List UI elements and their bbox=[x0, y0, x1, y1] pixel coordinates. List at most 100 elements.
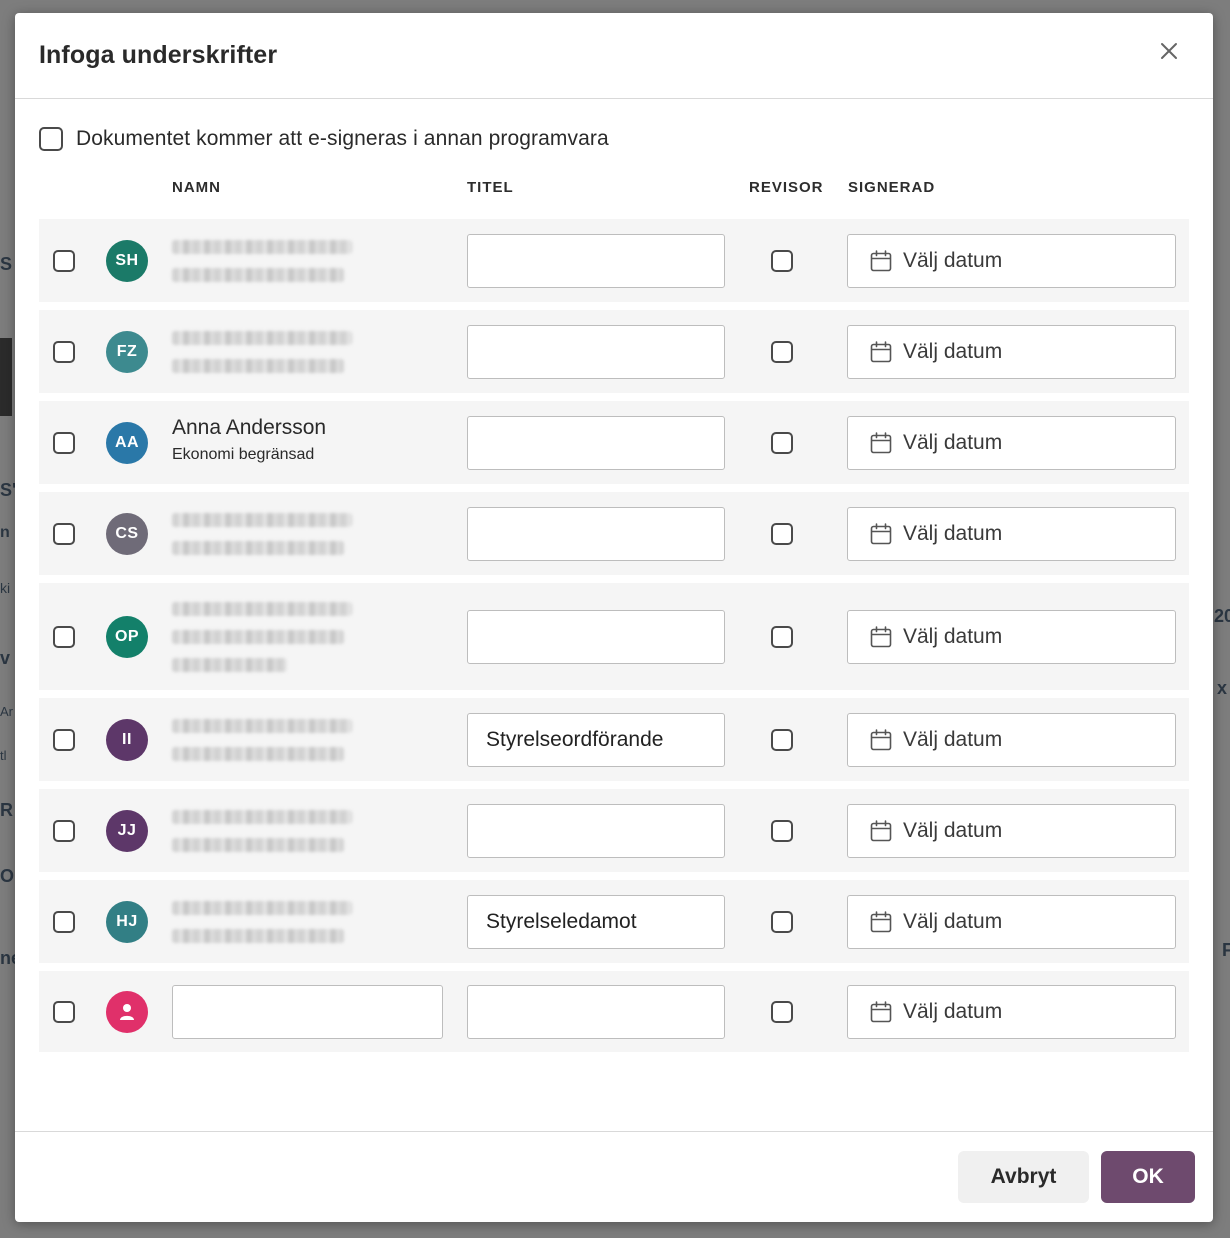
redacted-text bbox=[172, 928, 344, 943]
revisor-checkbox[interactable] bbox=[771, 249, 793, 272]
esign-checkbox[interactable] bbox=[39, 127, 63, 151]
signed-date-picker[interactable]: Välj datum bbox=[847, 609, 1176, 664]
titel-input[interactable]: Styrelseordförande bbox=[467, 712, 725, 767]
background-text: Ar bbox=[0, 704, 13, 719]
calendar-icon bbox=[869, 522, 893, 546]
redacted-text bbox=[172, 239, 352, 254]
redacted-text bbox=[172, 809, 352, 824]
close-icon bbox=[1161, 43, 1177, 59]
revisor-checkbox[interactable] bbox=[771, 431, 793, 454]
date-placeholder: Välj datum bbox=[903, 521, 1003, 545]
revisor-checkbox[interactable] bbox=[771, 1000, 793, 1023]
revisor-checkbox[interactable] bbox=[771, 340, 793, 363]
signer-name-redacted bbox=[172, 330, 352, 387]
dialog-header: Infoga underskrifter bbox=[15, 13, 1213, 99]
row-select-checkbox[interactable] bbox=[53, 249, 75, 272]
column-header-revisor: REVISOR bbox=[749, 179, 824, 196]
titel-input[interactable]: Styrelseledamot bbox=[467, 894, 725, 949]
signed-date-picker[interactable]: Välj datum bbox=[847, 415, 1176, 470]
signed-date-picker[interactable]: Välj datum bbox=[847, 233, 1176, 288]
insert-signatures-dialog: Infoga underskrifter Dokumentet kommer a… bbox=[15, 13, 1213, 1222]
name-input[interactable] bbox=[172, 984, 443, 1039]
titel-input[interactable] bbox=[467, 324, 725, 379]
signer-row: CS Välj datum bbox=[39, 492, 1189, 575]
revisor-checkbox[interactable] bbox=[771, 625, 793, 648]
signed-date-picker[interactable]: Välj datum bbox=[847, 712, 1176, 767]
date-placeholder: Välj datum bbox=[903, 430, 1003, 454]
date-placeholder: Välj datum bbox=[903, 909, 1003, 933]
date-placeholder: Välj datum bbox=[903, 999, 1003, 1023]
signer-name-redacted bbox=[172, 718, 352, 775]
redacted-text bbox=[172, 601, 352, 616]
titel-input[interactable] bbox=[467, 506, 725, 561]
revisor-checkbox[interactable] bbox=[771, 819, 793, 842]
redacted-text bbox=[172, 837, 344, 852]
signer-row: JJ Välj datum bbox=[39, 789, 1189, 872]
avatar: JJ bbox=[106, 809, 148, 852]
background-text: n bbox=[0, 524, 10, 541]
person-icon bbox=[117, 1002, 137, 1022]
titel-input[interactable] bbox=[467, 233, 725, 288]
row-select-checkbox[interactable] bbox=[53, 819, 75, 842]
row-select-checkbox[interactable] bbox=[53, 625, 75, 648]
background-text: O bbox=[0, 866, 15, 886]
row-select-checkbox[interactable] bbox=[53, 431, 75, 454]
background-text: ki bbox=[0, 580, 11, 596]
redacted-text bbox=[172, 657, 287, 672]
revisor-checkbox[interactable] bbox=[771, 910, 793, 933]
signed-date-picker[interactable]: Välj datum bbox=[847, 324, 1176, 379]
signer-name: Anna Andersson bbox=[172, 415, 327, 439]
background-text: x bbox=[1217, 678, 1228, 698]
avatar: FZ bbox=[106, 330, 148, 373]
cancel-button[interactable]: Avbryt bbox=[958, 1151, 1089, 1203]
signer-info: Anna Andersson Ekonomi begränsad bbox=[172, 416, 326, 464]
avatar: OP bbox=[106, 615, 148, 658]
avatar: HJ bbox=[106, 900, 148, 943]
calendar-icon bbox=[869, 431, 893, 455]
dialog-footer: Avbryt OK bbox=[15, 1131, 1213, 1222]
avatar bbox=[106, 990, 148, 1033]
row-select-checkbox[interactable] bbox=[53, 1000, 75, 1023]
revisor-checkbox[interactable] bbox=[771, 728, 793, 751]
calendar-icon bbox=[869, 728, 893, 752]
background-text: F bbox=[1222, 940, 1230, 960]
column-header-titel: TITEL bbox=[467, 179, 514, 196]
redacted-text bbox=[172, 512, 352, 527]
titel-input[interactable] bbox=[467, 415, 725, 470]
calendar-icon bbox=[869, 819, 893, 843]
row-select-checkbox[interactable] bbox=[53, 340, 75, 363]
row-select-checkbox[interactable] bbox=[53, 522, 75, 545]
signer-name-redacted bbox=[172, 239, 352, 296]
signer-row: AA Anna Andersson Ekonomi begränsad Välj… bbox=[39, 401, 1189, 484]
dialog-title: Infoga underskrifter bbox=[39, 41, 278, 69]
signed-date-picker[interactable]: Välj datum bbox=[847, 984, 1176, 1039]
background-text: S bbox=[0, 254, 13, 274]
column-header-signerad: SIGNERAD bbox=[848, 179, 936, 196]
signer-role: Ekonomi begränsad bbox=[172, 445, 315, 463]
signed-date-picker[interactable]: Välj datum bbox=[847, 506, 1176, 561]
background-text: S' bbox=[0, 480, 17, 500]
row-select-checkbox[interactable] bbox=[53, 728, 75, 751]
esign-label: Dokumentet kommer att e-signeras i annan… bbox=[76, 127, 609, 150]
ok-button[interactable]: OK bbox=[1101, 1151, 1195, 1203]
titel-input[interactable] bbox=[467, 803, 725, 858]
avatar: SH bbox=[106, 239, 148, 282]
calendar-icon bbox=[869, 625, 893, 649]
signers-list: SH Välj datum FZ Välj datum AA Anna Ande… bbox=[39, 219, 1189, 1060]
signer-row: SH Välj datum bbox=[39, 219, 1189, 302]
signed-date-picker[interactable]: Välj datum bbox=[847, 894, 1176, 949]
signer-name-redacted bbox=[172, 809, 352, 866]
redacted-text bbox=[172, 330, 352, 345]
signed-date-picker[interactable]: Välj datum bbox=[847, 803, 1176, 858]
close-button[interactable] bbox=[1157, 39, 1181, 63]
avatar: II bbox=[106, 718, 148, 761]
avatar: AA bbox=[106, 421, 148, 464]
titel-input[interactable] bbox=[467, 609, 725, 664]
calendar-icon bbox=[869, 249, 893, 273]
date-placeholder: Välj datum bbox=[903, 727, 1003, 751]
revisor-checkbox[interactable] bbox=[771, 522, 793, 545]
row-select-checkbox[interactable] bbox=[53, 910, 75, 933]
titel-input[interactable] bbox=[467, 984, 725, 1039]
background-text: R bbox=[0, 800, 13, 820]
signer-name-redacted bbox=[172, 512, 352, 569]
